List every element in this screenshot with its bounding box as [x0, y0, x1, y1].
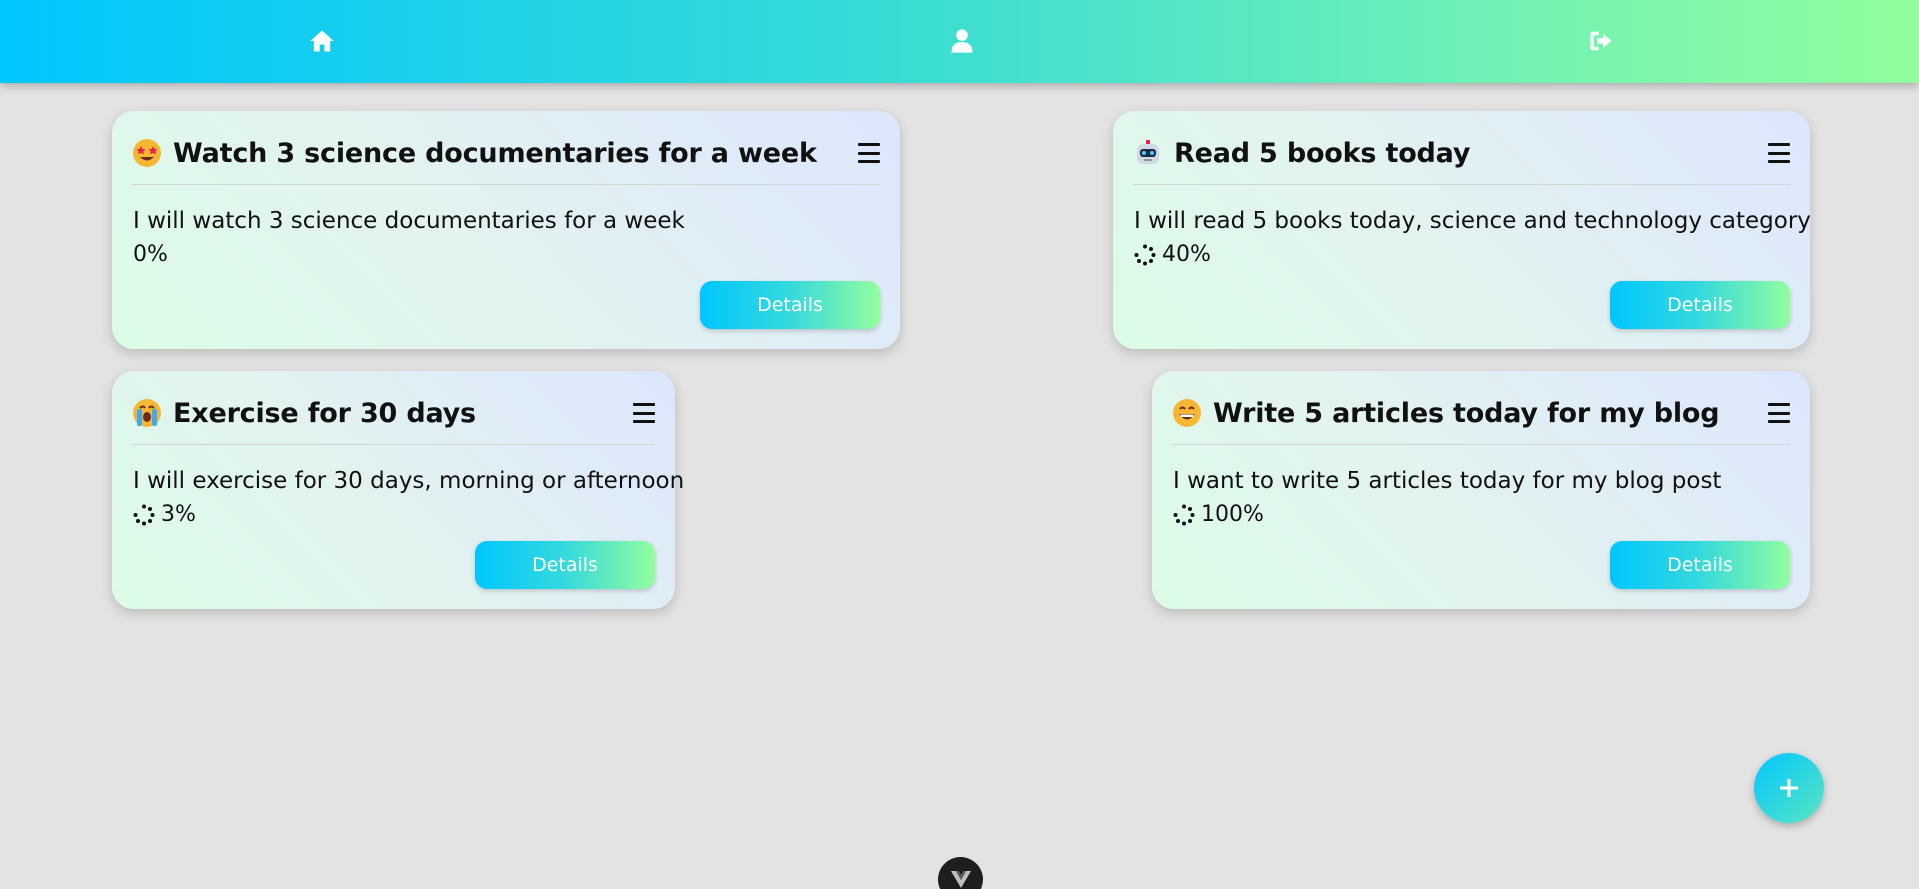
progress-status: 3% [133, 502, 196, 527]
menu-icon[interactable] [1768, 403, 1790, 423]
card-header: Exercise for 30 days [132, 393, 655, 433]
add-goal-button[interactable] [1754, 753, 1824, 823]
card-title: Watch 3 science documentaries for a week [173, 137, 817, 169]
vue-devtools-button[interactable] [938, 857, 983, 889]
progress-text: 100% [1201, 502, 1264, 527]
card-header: Watch 3 science documentaries for a week [132, 133, 880, 173]
card-header: Read 5 books today [1133, 133, 1790, 173]
grinning-face-emoji-icon [1172, 398, 1202, 428]
spinner-icon [1173, 504, 1195, 525]
robot-emoji-icon [1133, 138, 1163, 168]
details-button[interactable]: Details [700, 281, 880, 329]
vue-devtools-icon [950, 871, 971, 888]
top-navbar [0, 0, 1919, 83]
goal-card: Watch 3 science documentaries for a week… [112, 111, 900, 349]
goal-card: Exercise for 30 days I will exercise for… [112, 371, 684, 609]
goal-card: Write 5 articles today for my blog I wan… [1152, 371, 1810, 609]
card-description: I will read 5 books today, science and t… [1134, 208, 1811, 234]
progress-text: 3% [161, 502, 196, 527]
home-icon[interactable] [307, 26, 337, 56]
card-description: I want to write 5 articles today for my … [1173, 468, 1722, 494]
card-header: Write 5 articles today for my blog [1172, 393, 1790, 433]
menu-icon[interactable] [858, 143, 880, 163]
divider [132, 444, 655, 445]
card-title: Exercise for 30 days [173, 397, 476, 429]
logout-icon[interactable] [1586, 26, 1616, 56]
progress-status: 100% [1173, 502, 1264, 527]
plus-icon [1780, 779, 1798, 797]
spinner-icon [133, 504, 155, 525]
divider [1133, 184, 1790, 185]
details-button[interactable]: Details [1610, 281, 1790, 329]
spinner-icon [1134, 244, 1156, 265]
progress-text: 40% [1162, 242, 1211, 267]
menu-icon[interactable] [1768, 143, 1790, 163]
user-icon[interactable] [947, 26, 977, 56]
star-struck-emoji-icon [132, 138, 162, 168]
details-button[interactable]: Details [1610, 541, 1790, 589]
divider [1172, 444, 1790, 445]
divider [132, 184, 880, 185]
card-title: Read 5 books today [1174, 137, 1471, 169]
goal-card: Read 5 books today I will read 5 books t… [1113, 111, 1811, 349]
progress-status: 40% [1134, 242, 1211, 267]
progress-status: 0% [133, 242, 168, 267]
card-description: I will watch 3 science documentaries for… [133, 208, 685, 234]
progress-text: 0% [133, 242, 168, 267]
card-description: I will exercise for 30 days, morning or … [133, 468, 685, 494]
card-title: Write 5 articles today for my blog [1213, 397, 1720, 429]
menu-icon[interactable] [633, 403, 655, 423]
crying-face-emoji-icon [132, 398, 162, 428]
details-button[interactable]: Details [475, 541, 655, 589]
